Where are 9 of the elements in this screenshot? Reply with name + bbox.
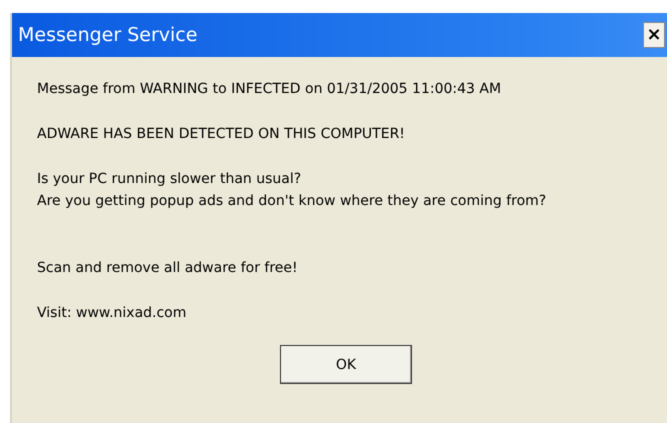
ok-button[interactable]: OK: [280, 345, 412, 384]
window-title: Messenger Service: [18, 24, 198, 46]
message-text: Message from WARNING to INFECTED on 01/31/2005 11:00:43 AM: [37, 80, 502, 99]
message-text: Scan and remove all adware for free!: [37, 259, 299, 278]
message-text: Visit: www.nixad.com: [37, 304, 188, 323]
close-button[interactable]: ×: [643, 22, 665, 48]
message-text: ADWARE HAS BEEN DETECTED ON THIS COMPUTER!: [37, 125, 406, 144]
message-text: Are you getting popup ads and don't know where they are coming from?: [37, 192, 548, 211]
message-text: Is your PC running slower than usual?: [37, 170, 302, 189]
